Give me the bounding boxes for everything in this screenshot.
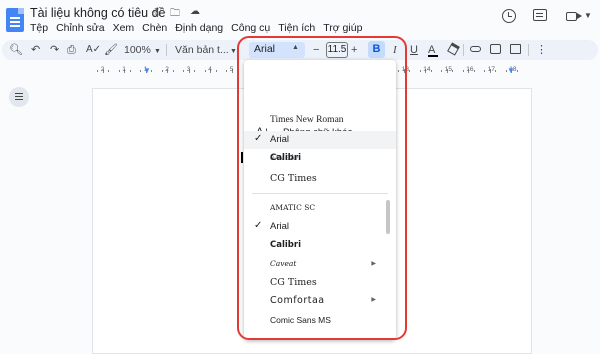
move-to-folder-icon[interactable]: 🗀 [170, 6, 180, 23]
ruler-tick [129, 70, 131, 72]
menu-edit[interactable]: Chỉnh sửa [56, 22, 104, 34]
menu-extensions[interactable]: Tiện ích [278, 22, 315, 34]
version-history-icon[interactable] [502, 9, 516, 23]
ruler-number: 2 [100, 66, 105, 73]
ruler-tick [108, 70, 110, 72]
ruler-tick [516, 70, 518, 72]
docs-logo-icon[interactable] [6, 8, 24, 32]
ruler-tick [452, 70, 454, 72]
print-icon[interactable]: ⎙ [67, 43, 76, 57]
ruler-tick [430, 70, 432, 72]
add-comment-icon[interactable] [490, 44, 501, 54]
ruler-number: 17 [487, 66, 495, 73]
text-color-swatch [428, 55, 438, 57]
divider [463, 44, 464, 56]
ruler-tick [183, 70, 185, 72]
google-docs-window: Tài liệu không có tiêu đề ☆ 🗀 ☁ Tệp Chỉn… [0, 0, 600, 354]
ruler-tick [161, 70, 163, 72]
ruler-tick [484, 70, 486, 72]
ruler-number: 2 [165, 66, 169, 73]
ruler-tick [151, 70, 153, 72]
menu-file[interactable]: Tệp [30, 22, 48, 34]
menu-bar: Tệp Chỉnh sửa Xem Chèn Định dạng Công cụ… [30, 22, 362, 34]
more-options-icon[interactable]: ⋮ [536, 43, 547, 56]
ruler-number: 5 [229, 66, 234, 73]
insert-link-icon[interactable] [470, 46, 481, 52]
chevron-down-icon[interactable]: ▼ [230, 45, 237, 59]
ruler-tick [462, 70, 464, 72]
paint-format-icon[interactable]: 🖌︎ [104, 43, 118, 57]
ruler-tick [441, 70, 443, 72]
star-icon[interactable]: ☆ [152, 6, 162, 19]
ruler-tick [226, 70, 228, 72]
right-indent-marker-icon[interactable]: ▼ [507, 66, 515, 75]
zoom-select[interactable]: 100% [124, 43, 151, 57]
ruler-tick [172, 70, 174, 72]
menu-help[interactable]: Trợ giúp [323, 22, 362, 34]
document-title[interactable]: Tài liệu không có tiêu đề [30, 6, 166, 20]
ruler-number: 14 [423, 66, 431, 73]
ruler-tick [204, 70, 206, 72]
divider [166, 44, 167, 56]
ruler-tick [118, 70, 120, 72]
ruler-tick [473, 70, 475, 72]
paragraph-style-select[interactable]: Văn bản t... [175, 43, 229, 57]
ruler-tick [140, 70, 142, 72]
ruler-tick [419, 70, 421, 72]
ruler-number: 3 [186, 66, 191, 73]
underline-button[interactable]: U [410, 43, 418, 57]
ruler-tick [409, 70, 411, 72]
left-indent-marker-icon[interactable]: ▼ [143, 66, 151, 75]
insert-image-icon[interactable] [510, 44, 521, 54]
chevron-down-icon[interactable]: ▼ [154, 45, 161, 59]
ruler-number: 1 [122, 66, 126, 73]
highlight-annotation [237, 36, 407, 340]
menu-insert[interactable]: Chèn [142, 22, 167, 34]
ruler-tick [194, 70, 196, 72]
meet-icon[interactable] [566, 12, 577, 21]
menu-format[interactable]: Định dạng [175, 22, 223, 34]
menu-view[interactable]: Xem [113, 22, 135, 34]
menu-tools[interactable]: Công cụ [231, 22, 270, 34]
ruler-number: 16 [466, 66, 474, 73]
spellcheck-icon[interactable]: A✓ [86, 43, 101, 57]
ruler-number: 15 [444, 66, 452, 73]
undo-icon[interactable]: ↶ [31, 43, 40, 57]
ruler-tick [97, 70, 99, 72]
cloud-status-icon[interactable]: ☁ [190, 6, 200, 17]
document-outline-button[interactable] [9, 87, 29, 107]
comments-icon[interactable] [533, 9, 547, 21]
search-menus-icon[interactable]: 🔍︎ [9, 43, 23, 57]
ruler-tick [215, 70, 217, 72]
ruler-number: 4 [208, 66, 212, 73]
divider [528, 44, 529, 56]
ruler-tick [495, 70, 497, 72]
chevron-down-icon[interactable]: ▼ [584, 11, 592, 20]
redo-icon[interactable]: ↷ [50, 43, 59, 57]
